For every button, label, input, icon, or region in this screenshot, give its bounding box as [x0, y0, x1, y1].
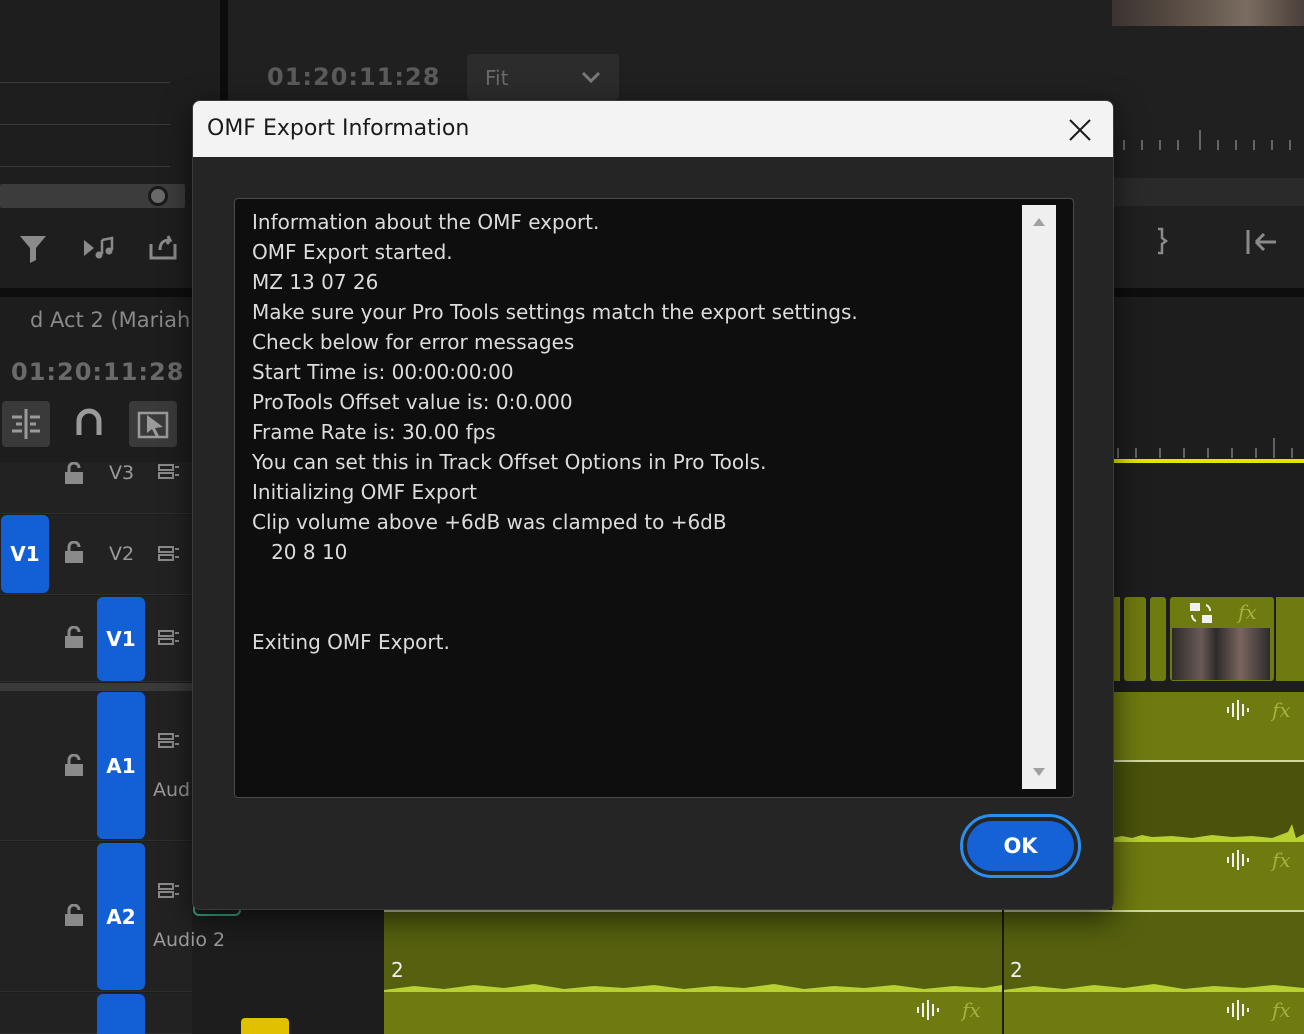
log-line: MZ 13 07 26: [252, 270, 379, 294]
audio-clip-a3[interactable]: [384, 992, 1002, 1034]
scroll-up-arrow-icon[interactable]: [1022, 207, 1056, 237]
audio-drag-icon[interactable]: [82, 234, 116, 262]
program-timecode[interactable]: 01:20:11:28: [267, 63, 440, 91]
log-scrollbar[interactable]: [1022, 205, 1056, 789]
waveform-icon: [916, 1000, 940, 1020]
track-header-a3: [0, 993, 192, 1034]
log-line: Initializing OMF Export: [252, 480, 478, 504]
export-frame-icon[interactable]: [148, 234, 178, 262]
sequence-tab[interactable]: d Act 2 (Mariah): [30, 308, 199, 332]
filter-icon[interactable]: [18, 232, 48, 264]
mark-out-icon[interactable]: [1152, 226, 1172, 256]
fx-badge: fx: [1238, 600, 1257, 624]
sync-lock-icon[interactable]: [157, 462, 181, 482]
omf-export-dialog: OMF Export Information Information about…: [192, 100, 1114, 910]
audio-clip-a3[interactable]: [1004, 992, 1304, 1034]
track-name-a2: Audio 2: [153, 929, 226, 951]
program-scroll-bar[interactable]: [1112, 178, 1304, 206]
clip-channel-label: 2: [391, 958, 404, 982]
sync-lock-icon[interactable]: [157, 628, 181, 648]
nest-sequence-button[interactable]: [2, 401, 50, 447]
solo-track-button[interactable]: [241, 1018, 289, 1034]
track-name-a1: Aud: [153, 779, 191, 801]
video-clip[interactable]: [1114, 597, 1120, 681]
track-target-a1[interactable]: A1: [97, 692, 145, 839]
fx-badge: fx: [1272, 848, 1291, 872]
audio-clip-waveform[interactable]: [384, 910, 1002, 992]
audio-clip-waveform[interactable]: [1004, 910, 1304, 992]
lock-icon[interactable]: [62, 904, 86, 928]
clip-channel-label: 2: [1010, 958, 1023, 982]
lock-icon[interactable]: [62, 462, 86, 486]
close-button[interactable]: [1063, 113, 1097, 147]
track-target-a2[interactable]: A2: [97, 843, 145, 990]
timeline-timecode[interactable]: 01:20:11:28: [11, 358, 184, 386]
program-video-frame: [1112, 0, 1304, 26]
linked-selection-button[interactable]: [129, 401, 177, 447]
waveform-icon: [1226, 700, 1250, 720]
go-to-in-icon[interactable]: [1244, 228, 1280, 256]
lock-icon[interactable]: [62, 754, 86, 778]
fx-badge: fx: [962, 998, 981, 1022]
export-log-textarea[interactable]: Information about the OMF export. OMF Exp…: [234, 198, 1074, 798]
replace-clip-icon[interactable]: [1188, 601, 1214, 625]
waveform-icon: [1226, 850, 1250, 870]
log-line: Frame Rate is: 30.00 fps: [252, 420, 496, 444]
video-clip[interactable]: [1276, 597, 1304, 681]
ok-button[interactable]: OK: [960, 814, 1081, 878]
video-clip[interactable]: [1150, 597, 1166, 681]
zoom-level-value: Fit: [485, 66, 509, 90]
log-line: Exiting OMF Export.: [252, 630, 450, 654]
scroll-down-arrow-icon[interactable]: [1022, 757, 1056, 787]
log-line: 20 8 10: [252, 540, 348, 564]
ok-button-label: OK: [967, 821, 1074, 871]
log-line: ProTools Offset value is: 0:0.000: [252, 390, 573, 414]
chevron-down-icon: [580, 66, 602, 88]
lock-icon[interactable]: [62, 541, 86, 565]
snap-magnet-icon[interactable]: [65, 401, 113, 447]
log-line: Start Time is: 00:00:00:00: [252, 360, 514, 384]
track-header-a2: [0, 842, 192, 992]
log-line: Make sure your Pro Tools settings match …: [252, 300, 858, 324]
log-line: OMF Export started.: [252, 240, 453, 264]
track-header-a1: [0, 691, 192, 841]
waveform-icon: [1226, 1000, 1250, 1020]
fx-badge: fx: [1272, 698, 1291, 722]
source-patch-v1[interactable]: V1: [1, 515, 49, 593]
export-log-text: Information about the OMF export. OMF Exp…: [252, 207, 1012, 657]
log-line: You can set this in Track Offset Options…: [252, 450, 767, 474]
video-audio-divider[interactable]: [0, 683, 192, 691]
source-zoom-slider-handle[interactable]: [148, 186, 168, 206]
audio-clip-a1-waveform: [1112, 760, 1304, 842]
track-target-v1[interactable]: V1: [97, 597, 145, 681]
sync-lock-icon[interactable]: [157, 881, 181, 901]
track-label-v2: V2: [109, 543, 135, 565]
video-clip[interactable]: [1124, 597, 1146, 681]
lock-icon[interactable]: [62, 626, 86, 650]
fx-badge: fx: [1272, 998, 1291, 1022]
log-line: Check below for error messages: [252, 330, 575, 354]
timeline-time-ruler[interactable]: [1112, 430, 1304, 460]
log-line: Clip volume above +6dB was clamped to +6…: [252, 510, 727, 534]
sync-lock-icon[interactable]: [157, 731, 181, 751]
work-area-bar[interactable]: [1112, 459, 1304, 463]
track-target-a3[interactable]: [97, 994, 145, 1034]
log-line: Information about the OMF export.: [252, 210, 600, 234]
sync-lock-icon[interactable]: [157, 544, 181, 564]
track-label-v3: V3: [109, 462, 135, 484]
dialog-titlebar[interactable]: OMF Export Information: [193, 101, 1113, 157]
clip-thumbnail: [1172, 628, 1270, 680]
program-time-ruler[interactable]: [1112, 120, 1304, 160]
dialog-title: OMF Export Information: [207, 116, 470, 141]
close-icon: [1069, 119, 1091, 141]
